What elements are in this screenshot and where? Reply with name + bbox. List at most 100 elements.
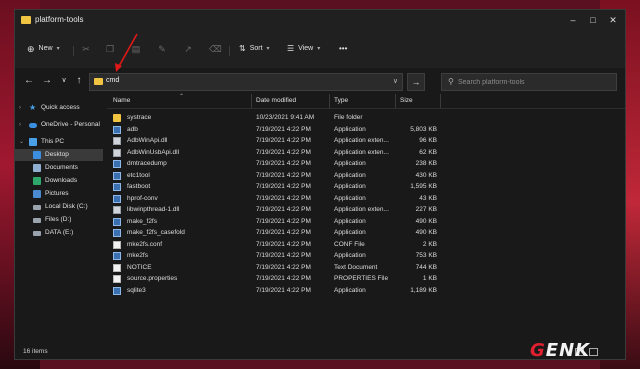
application-icon [113, 286, 121, 295]
sort-button[interactable]: ⇅ Sort ▾ [239, 42, 270, 56]
annotation-arrow [115, 33, 138, 72]
document-icon [113, 275, 121, 283]
file-row[interactable]: fastboot 7/19/2021 4:22 PM Application 1,59… [107, 181, 625, 193]
file-date-modified: 7/19/2021 4:22 PM [256, 263, 311, 271]
column-header-date-modified[interactable]: Date modified [256, 97, 296, 104]
file-size: 753 KB [415, 252, 437, 259]
file-row[interactable]: mke2fs.conf 7/19/2021 4:22 PM CONF File 2 K… [107, 239, 625, 251]
file-name: libwinpthread-1.dll [127, 206, 180, 213]
file-row[interactable]: adb 7/19/2021 4:22 PM Application 5,803 KB [107, 124, 625, 136]
column-header-type[interactable]: Type [334, 97, 348, 104]
minimize-button[interactable]: – [563, 13, 583, 27]
file-type: CONF File [334, 240, 365, 248]
column-divider[interactable] [395, 94, 396, 108]
chevron-down-icon[interactable]: ⌄ [19, 136, 24, 148]
file-name: hprof-conv [127, 194, 158, 202]
sort-icon: ⇅ [239, 44, 246, 53]
file-row[interactable]: mke2fs 7/19/2021 4:22 PM Application 753 KB [107, 250, 625, 262]
dll-file-icon [113, 137, 121, 145]
sidebar-item-files-d[interactable]: Files (D:) [15, 214, 103, 226]
chevron-right-icon[interactable]: › [19, 102, 21, 114]
column-header-name[interactable]: Name [113, 97, 130, 104]
file-row[interactable]: AdbWinUsbApi.dll 7/19/2021 4:22 PM Applica… [107, 147, 625, 159]
file-row[interactable]: systrace 10/23/2021 9:41 AM File folder [107, 112, 625, 124]
file-date-modified: 7/19/2021 4:22 PM [256, 148, 311, 156]
more-options-button[interactable]: ••• [339, 42, 347, 56]
file-date-modified: 7/19/2021 4:22 PM [256, 275, 311, 282]
delete-icon[interactable]: ⌫ [209, 44, 222, 54]
file-row[interactable]: libwinpthread-1.dll 7/19/2021 4:22 PM Appl… [107, 204, 625, 216]
file-row[interactable]: etc1tool 7/19/2021 4:22 PM Application 430 … [107, 170, 625, 182]
file-size: 96 KB [419, 137, 437, 144]
file-date-modified: 7/19/2021 4:22 PM [256, 137, 311, 144]
file-name: systrace [127, 114, 152, 121]
file-date-modified: 7/19/2021 4:22 PM [256, 194, 311, 202]
file-name: make_f2fs_casefold [127, 229, 185, 236]
file-size: 227 KB [415, 206, 437, 213]
file-type: File folder [334, 114, 363, 121]
column-divider[interactable] [440, 94, 441, 108]
file-size: 43 KB [419, 194, 437, 202]
large-icons-view-icon[interactable] [589, 348, 598, 356]
view-icon: ☰ [287, 44, 295, 53]
sidebar-item-label: Pictures [45, 190, 69, 197]
file-row[interactable]: make_f2fs 7/19/2021 4:22 PM Application 490… [107, 216, 625, 228]
file-type: Application exten... [334, 148, 389, 156]
sidebar-item-pictures[interactable]: Pictures [15, 188, 103, 200]
file-name: etc1tool [127, 171, 150, 179]
sidebar-item-desktop[interactable]: Desktop [15, 149, 103, 161]
file-date-modified: 7/19/2021 4:22 PM [256, 240, 311, 248]
application-icon [113, 229, 121, 237]
go-arrow-button[interactable]: → [407, 73, 425, 91]
file-name: AdbWinUsbApi.dll [127, 148, 180, 156]
chevron-right-icon[interactable]: › [19, 119, 21, 131]
file-date-modified: 10/23/2021 9:41 AM [256, 114, 315, 121]
toolbar-divider [229, 46, 230, 56]
file-type: Application [334, 171, 366, 179]
sidebar-item-onedrive[interactable]: › OneDrive - Personal [15, 119, 103, 131]
column-header-size[interactable]: Size [400, 97, 413, 104]
rename-icon[interactable]: ✎ [157, 44, 167, 54]
file-type: Application [334, 252, 366, 259]
search-icon: ⚲ [448, 77, 454, 86]
file-size: 62 KB [419, 148, 437, 156]
sidebar-item-quick-access[interactable]: › ★ Quick access [15, 102, 103, 114]
file-row[interactable]: hprof-conv 7/19/2021 4:22 PM Application 43… [107, 193, 625, 205]
file-type: Application [334, 286, 366, 294]
file-date-modified: 7/19/2021 4:22 PM [256, 183, 311, 190]
file-row[interactable]: make_f2fs_casefold 7/19/2021 4:22 PM Appli… [107, 227, 625, 239]
file-row[interactable]: AdbWinApi.dll 7/19/2021 4:22 PM Applicatio… [107, 135, 625, 147]
file-row[interactable]: NOTICE 7/19/2021 4:22 PM Text Document 744 … [107, 262, 625, 274]
application-icon [113, 252, 121, 260]
file-size: 5,803 KB [410, 125, 437, 133]
column-divider[interactable] [329, 94, 330, 108]
search-input[interactable] [458, 76, 608, 88]
file-size: 490 KB [415, 229, 437, 236]
sidebar-item-data-e[interactable]: DATA (E:) [15, 227, 103, 239]
close-button[interactable]: ✕ [603, 13, 623, 27]
column-divider[interactable] [251, 94, 252, 108]
sidebar-item-downloads[interactable]: Downloads [15, 175, 103, 187]
chevron-down-icon: ▾ [317, 46, 321, 52]
file-row[interactable]: sqlite3 7/19/2021 4:22 PM Application 1,189… [107, 285, 625, 297]
sidebar-item-documents[interactable]: Documents [15, 162, 103, 174]
sidebar-item-label: Files (D:) [45, 216, 72, 223]
document-icon [113, 240, 121, 249]
share-icon[interactable]: ↗ [183, 44, 193, 54]
file-date-modified: 7/19/2021 4:22 PM [256, 160, 311, 167]
sidebar-item-this-pc[interactable]: ⌄ This PC [15, 136, 103, 148]
file-type: PROPERTIES File [334, 275, 389, 282]
file-row[interactable]: dmtracedump 7/19/2021 4:22 PM Application 2… [107, 158, 625, 170]
file-row[interactable]: source.properties 7/19/2021 4:22 PM PROPER… [107, 273, 625, 285]
view-button[interactable]: ☰ View ▾ [287, 42, 320, 56]
application-icon [113, 217, 121, 226]
file-name: fastboot [127, 183, 151, 190]
sidebar-item-local-disk-c[interactable]: Local Disk (C:) [15, 201, 103, 213]
search-box[interactable]: ⚲ [441, 73, 617, 91]
file-date-modified: 7/19/2021 4:22 PM [256, 125, 311, 133]
sidebar-item-label: Documents [45, 164, 78, 171]
desktop-icon [33, 151, 41, 159]
maximize-button[interactable]: □ [583, 13, 603, 27]
chevron-down-icon[interactable]: ∨ [393, 77, 398, 85]
file-name: sqlite3 [127, 286, 146, 294]
